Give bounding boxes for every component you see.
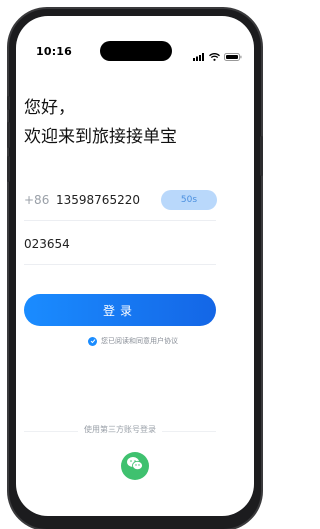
greeting-line-welcome: 欢迎来到旅接接单宝 [24, 126, 177, 147]
signal-icon [193, 46, 205, 65]
status-icons [193, 46, 242, 65]
silent-switch [7, 96, 10, 110]
phone-input[interactable]: 13598765220 [56, 193, 140, 207]
wechat-login-button[interactable] [121, 452, 149, 480]
verification-code-input[interactable]: 023654 [24, 237, 70, 251]
phone-field: +86 13598765220 50s [24, 180, 217, 221]
wifi-icon [209, 46, 220, 65]
status-bar: 10:16 [16, 16, 254, 61]
volume-up-button [7, 122, 10, 148]
greeting-line-hello: 您好， [24, 98, 75, 118]
agreement-row[interactable]: 您已阅读和同意用户协议 [88, 336, 178, 346]
third-party-label: 使用第三方账号登录 [84, 425, 156, 434]
status-time: 10:16 [36, 45, 73, 58]
agreement-text[interactable]: 您已阅读和同意用户协议 [101, 336, 178, 346]
power-button [260, 136, 263, 176]
welcome-heading: 您好， 欢迎来到旅接接单宝 [24, 94, 177, 152]
dynamic-island [100, 41, 172, 61]
battery-icon [224, 46, 242, 65]
volume-down-button [7, 156, 10, 182]
wechat-icon [126, 456, 144, 476]
code-field: 023654 [24, 224, 216, 265]
app-screen: 10:16 [16, 16, 254, 516]
third-party-divider: 使用第三方账号登录 [24, 424, 216, 438]
country-code-prefix[interactable]: +86 [24, 193, 49, 207]
get-code-button[interactable]: 50s [161, 190, 217, 210]
checkbox-checked-icon[interactable] [88, 336, 97, 346]
login-button[interactable]: 登录 [24, 294, 216, 326]
